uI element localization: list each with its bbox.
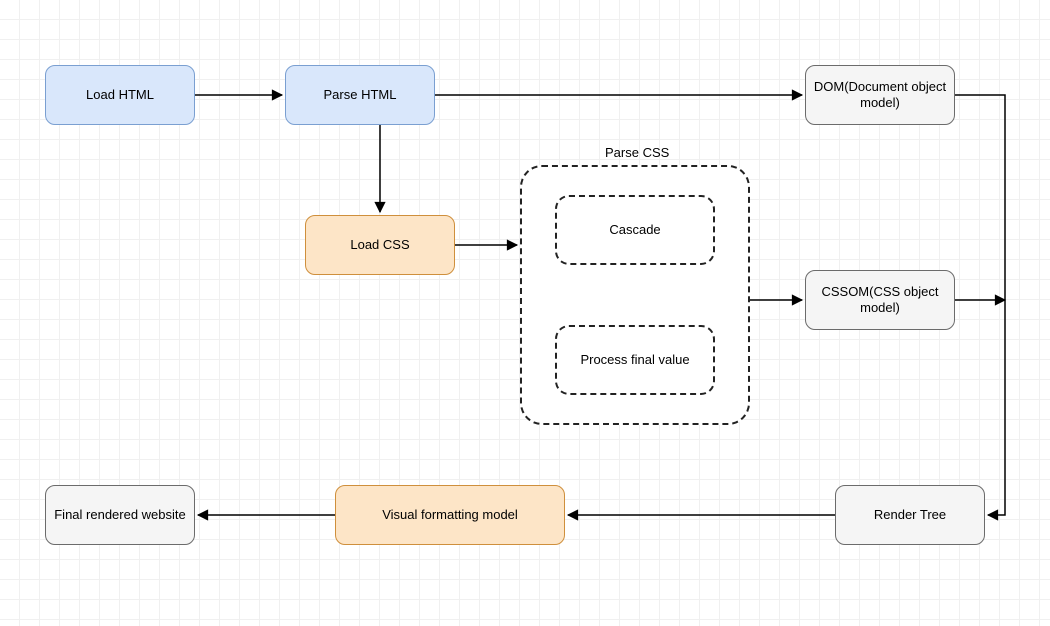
- node-dom: DOM(Document object model): [805, 65, 955, 125]
- node-cssom: CSSOM(CSS object model): [805, 270, 955, 330]
- node-visual-formatting-model: Visual formatting model: [335, 485, 565, 545]
- node-process-final-value: Process final value: [555, 325, 715, 395]
- node-parse-html: Parse HTML: [285, 65, 435, 125]
- node-load-html: Load HTML: [45, 65, 195, 125]
- node-render-tree: Render Tree: [835, 485, 985, 545]
- node-final-rendered-website: Final rendered website: [45, 485, 195, 545]
- node-cascade: Cascade: [555, 195, 715, 265]
- label-parse-css-group: Parse CSS: [605, 145, 669, 160]
- node-load-css: Load CSS: [305, 215, 455, 275]
